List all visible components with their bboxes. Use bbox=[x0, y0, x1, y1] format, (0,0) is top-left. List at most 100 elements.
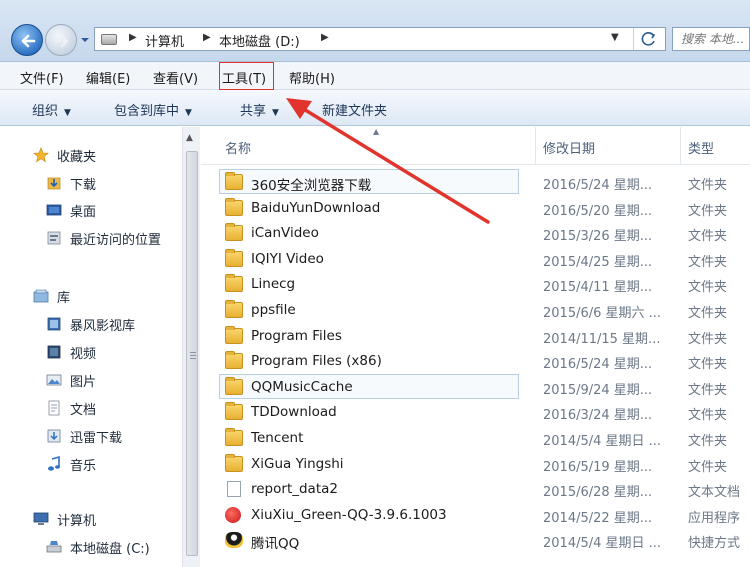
file-row[interactable]: ppsfile 2015/6/6 星期六 ... 文件夹 bbox=[219, 297, 750, 322]
column-divider[interactable] bbox=[680, 127, 681, 165]
nav-item-label: 音乐 bbox=[70, 459, 97, 474]
refresh-button[interactable] bbox=[633, 28, 663, 50]
include-in-library-label: 包含到库中 bbox=[114, 104, 180, 119]
file-name-cell[interactable]: ppsfile bbox=[219, 297, 519, 322]
file-name-cell[interactable]: Program Files bbox=[219, 323, 519, 348]
column-name[interactable]: 名称 bbox=[225, 138, 251, 157]
menu-edit[interactable]: 编辑(E) bbox=[86, 68, 130, 87]
file-row[interactable]: QQMusicCache 2015/9/24 星期... 文件夹 bbox=[219, 373, 750, 399]
file-type: 文件夹 bbox=[688, 280, 728, 296]
file-row[interactable]: TDDownload 2016/3/24 星期... 文件夹 bbox=[219, 399, 750, 424]
video-library-icon bbox=[47, 317, 61, 331]
refresh-icon bbox=[641, 32, 656, 46]
file-type: 文件夹 bbox=[688, 408, 728, 424]
menu-file[interactable]: 文件(F) bbox=[20, 68, 64, 87]
nav-scrollbar[interactable]: ▲ bbox=[182, 127, 200, 567]
breadcrumb-separator-icon[interactable]: ▶ bbox=[321, 32, 329, 43]
column-divider[interactable] bbox=[535, 127, 536, 165]
file-name-cell[interactable]: Tencent bbox=[219, 425, 519, 450]
search-box[interactable] bbox=[672, 27, 750, 51]
search-input[interactable] bbox=[673, 28, 749, 50]
file-name: 360安全浏览器下载 bbox=[251, 178, 372, 194]
file-date: 2014/5/4 星期日 ... bbox=[543, 434, 662, 449]
file-name-cell[interactable]: iCanVideo bbox=[219, 220, 519, 245]
file-name-cell[interactable]: 腾讯QQ bbox=[219, 527, 519, 552]
folder-icon bbox=[225, 248, 243, 267]
nav-item-label: 最近访问的位置 bbox=[70, 233, 162, 248]
file-row[interactable]: Linecg 2015/4/11 星期... 文件夹 bbox=[219, 271, 750, 296]
file-name-cell[interactable]: Program Files (x86) bbox=[219, 348, 519, 373]
folder-icon bbox=[225, 402, 243, 421]
breadcrumb-separator-icon[interactable]: ▶ bbox=[129, 32, 137, 43]
file-row[interactable]: report_data2 2015/6/28 星期... 文本文档 bbox=[219, 476, 750, 501]
file-type: 文件夹 bbox=[688, 229, 728, 245]
drive-icon bbox=[101, 34, 117, 45]
file-row[interactable]: Tencent 2014/5/4 星期日 ... 文件夹 bbox=[219, 425, 750, 450]
file-row[interactable]: Program Files 2014/11/15 星期... 文件夹 bbox=[219, 323, 750, 348]
menu-view[interactable]: 查看(V) bbox=[153, 68, 198, 87]
file-type: 文件夹 bbox=[688, 331, 728, 347]
file-row[interactable]: IQIYI Video 2015/4/25 星期... 文件夹 bbox=[219, 246, 750, 271]
file-type: 文件夹 bbox=[688, 357, 728, 373]
file-date: 2015/3/26 星期... bbox=[543, 229, 653, 245]
file-date: 2015/6/6 星期六 ... bbox=[543, 306, 662, 321]
organize-button[interactable]: 组织 ▼ bbox=[32, 100, 71, 119]
nav-item-label: 桌面 bbox=[70, 205, 97, 220]
file-name: 腾讯QQ bbox=[251, 536, 300, 553]
file-type: 文件夹 bbox=[688, 434, 728, 449]
file-name: IQIYI Video bbox=[251, 250, 324, 267]
nav-computer-label: 计算机 bbox=[57, 514, 97, 529]
chevron-down-icon: ▼ bbox=[272, 108, 279, 118]
file-name-cell[interactable]: BaiduYunDownload bbox=[219, 195, 519, 220]
new-folder-button[interactable]: 新建文件夹 bbox=[322, 100, 387, 119]
file-name: TDDownload bbox=[251, 404, 337, 421]
file-name-cell[interactable]: XiGua Yingshi bbox=[219, 451, 519, 476]
file-name: BaiduYunDownload bbox=[251, 199, 381, 216]
scroll-up-icon[interactable]: ▲ bbox=[186, 133, 193, 143]
file-name-cell[interactable]: 360安全浏览器下载 bbox=[219, 169, 519, 194]
forward-arrow-icon bbox=[54, 34, 69, 48]
star-icon bbox=[33, 147, 49, 163]
file-name-cell[interactable]: TDDownload bbox=[219, 399, 519, 424]
file-name-cell[interactable]: Linecg bbox=[219, 271, 519, 296]
menu-help[interactable]: 帮助(H) bbox=[289, 68, 335, 87]
address-history-chevron-icon[interactable]: ▼ bbox=[611, 32, 619, 43]
file-date: 2014/11/15 星期... bbox=[543, 331, 661, 347]
share-button[interactable]: 共享 ▼ bbox=[240, 100, 279, 119]
library-icon bbox=[33, 289, 49, 303]
file-row[interactable]: Program Files (x86) 2016/5/24 星期... 文件夹 bbox=[219, 348, 750, 373]
column-date-modified[interactable]: 修改日期 bbox=[543, 138, 595, 157]
file-list-pane: ▲ 名称 修改日期 类型 360安全浏览器下载 2016/5/24 星期... 文件… bbox=[201, 127, 750, 567]
file-type: 文件夹 bbox=[688, 306, 728, 321]
file-type: 文件夹 bbox=[688, 203, 728, 219]
file-row[interactable]: 腾讯QQ 2014/5/4 星期日 ... 快捷方式 bbox=[219, 527, 750, 552]
file-name-cell[interactable]: XiuXiu_Green-QQ-3.9.6.1003 bbox=[219, 502, 519, 527]
forward-button[interactable] bbox=[45, 24, 77, 56]
recent-places-icon bbox=[47, 231, 61, 245]
organize-label: 组织 bbox=[32, 104, 59, 119]
file-row[interactable]: XiuXiu_Green-QQ-3.9.6.1003 2014/5/22 星期..… bbox=[219, 502, 750, 527]
file-row[interactable]: XiGua Yingshi 2016/5/19 星期... 文件夹 bbox=[219, 451, 750, 476]
file-name-cell[interactable]: QQMusicCache bbox=[219, 373, 519, 399]
file-type: 应用程序 bbox=[688, 510, 741, 526]
column-type[interactable]: 类型 bbox=[688, 138, 714, 157]
file-name-cell[interactable]: IQIYI Video bbox=[219, 246, 519, 271]
address-bar[interactable]: ▶ 计算机 ▶ 本地磁盘 (D:) ▶ ▼ bbox=[94, 27, 666, 51]
breadcrumb-drive-d[interactable]: 本地磁盘 (D:) bbox=[219, 31, 300, 50]
file-row[interactable]: iCanVideo 2015/3/26 星期... 文件夹 bbox=[219, 220, 750, 245]
back-button[interactable] bbox=[11, 24, 43, 56]
scroll-thumb[interactable] bbox=[186, 151, 198, 556]
breadcrumb-separator-icon[interactable]: ▶ bbox=[203, 32, 211, 43]
file-name-cell[interactable]: report_data2 bbox=[219, 476, 519, 501]
file-name: Program Files (x86) bbox=[251, 353, 382, 370]
file-type: 文件夹 bbox=[688, 254, 728, 270]
file-row[interactable]: BaiduYunDownload 2016/5/20 星期... 文件夹 bbox=[219, 195, 750, 220]
file-type: 文件夹 bbox=[688, 178, 728, 193]
breadcrumb-computer[interactable]: 计算机 bbox=[145, 31, 184, 50]
chevron-down-icon: ▼ bbox=[64, 108, 71, 118]
file-name: Linecg bbox=[251, 276, 296, 293]
recent-pages-chevron-icon[interactable] bbox=[80, 36, 90, 44]
include-in-library-button[interactable]: 包含到库中 ▼ bbox=[114, 100, 192, 119]
drive-icon bbox=[46, 541, 62, 553]
file-row[interactable]: 360安全浏览器下载 2016/5/24 星期... 文件夹 bbox=[219, 169, 750, 194]
